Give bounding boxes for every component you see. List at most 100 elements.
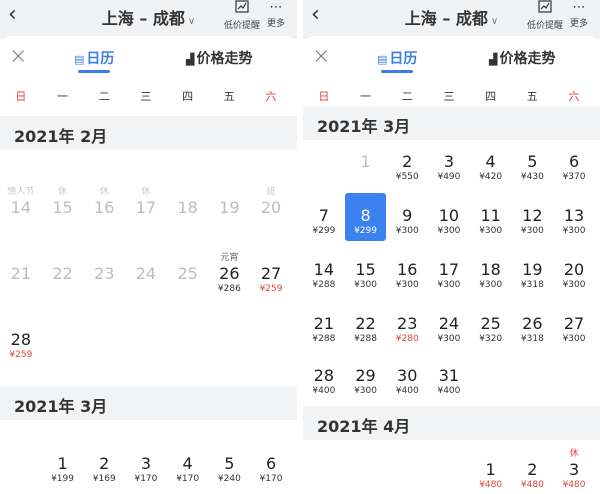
holiday-label: 休 (58, 187, 68, 197)
day-number: 1 (57, 454, 68, 473)
day-number: 6 (568, 152, 580, 171)
day-number: 3 (140, 454, 152, 473)
day-cell[interactable]: 28 ¥400 (303, 366, 345, 397)
tab-calendar-label: 日历 (86, 51, 115, 67)
holiday-label: 休 (141, 187, 151, 197)
weekday-wed: 三 (443, 90, 455, 103)
holiday-label (167, 252, 209, 264)
day-number: 27 (260, 264, 282, 283)
day-cell[interactable]: 10 ¥300 (428, 206, 470, 237)
day-price: ¥300 (479, 226, 503, 236)
bar-chart-icon: ▟ (489, 53, 498, 66)
tab-calendar[interactable]: ▤ 日历 (74, 48, 115, 73)
day-cell[interactable]: 3 ¥490 (428, 152, 470, 183)
screenshot-composite: ‹ 上海 – 成都 ∨ 低价提醒 ⋯ 更多 × ▤ 日历 ▟ 价格走势 日 一 … (0, 0, 600, 494)
day-cell[interactable]: 23 ¥280 (386, 314, 428, 345)
holiday-label (512, 448, 554, 460)
day-cell: 休 16 (83, 186, 125, 217)
holiday-label (125, 442, 167, 454)
day-price: ¥480 (479, 480, 503, 490)
day-number: 28 (313, 366, 335, 385)
close-icon[interactable]: × (312, 46, 330, 68)
weekday-thu: 四 (182, 90, 194, 103)
top-bar: ‹ 上海 – 成都 ∨ 低价提醒 ⋯ 更多 (0, 0, 297, 38)
day-cell[interactable]: 5 ¥430 (512, 152, 554, 183)
left-panel: ‹ 上海 – 成都 ∨ 低价提醒 ⋯ 更多 × ▤ 日历 ▟ 价格走势 日 一 … (0, 0, 297, 494)
day-number: 25 (177, 264, 198, 283)
day-cell[interactable]: 12 ¥300 (512, 206, 554, 237)
day-cell[interactable]: 2 ¥550 (386, 152, 428, 183)
holiday-label (250, 252, 292, 264)
close-icon[interactable]: × (9, 46, 27, 68)
day-number: 14 (10, 198, 32, 217)
day-cell: 18 (167, 186, 209, 217)
day-price: ¥300 (520, 226, 544, 236)
day-cell[interactable]: 21 ¥288 (303, 314, 345, 345)
tab-calendar[interactable]: ▤ 日历 (377, 48, 417, 73)
day-number: 2 (402, 152, 413, 171)
day-number: 19 (522, 260, 543, 279)
day-price: ¥318 (520, 334, 544, 344)
month-header-mar: 2021年 3月 (0, 386, 297, 420)
day-cell[interactable]: 4 ¥170 (167, 442, 209, 485)
day-cell[interactable]: 9 ¥300 (386, 206, 428, 237)
day-cell[interactable]: 14 ¥288 (303, 260, 345, 291)
day-cell[interactable]: 6 ¥370 (553, 152, 595, 183)
day-number: 3 (568, 460, 580, 479)
day-cell[interactable]: 20 ¥300 (553, 260, 595, 291)
day-cell[interactable]: 31 ¥400 (428, 366, 470, 397)
day-cell[interactable]: 1 ¥199 (42, 442, 84, 485)
day-cell[interactable]: 28 ¥259 (0, 318, 42, 361)
weekday-fri: 五 (526, 90, 538, 103)
day-cell: 24 (125, 252, 167, 283)
day-cell[interactable]: 22 ¥288 (345, 314, 387, 345)
day-cell[interactable]: 24 ¥300 (428, 314, 470, 345)
holiday-label (83, 442, 125, 454)
day-price: ¥170 (134, 474, 158, 484)
day-cell[interactable]: 30 ¥400 (386, 366, 428, 397)
day-number: 1 (485, 460, 496, 479)
day-cell[interactable]: 29 ¥300 (345, 366, 387, 397)
day-cell: 1 (345, 152, 387, 171)
more-button[interactable]: ⋯ 更多 (559, 0, 599, 29)
day-number: 29 (355, 366, 376, 385)
day-cell[interactable]: 13 ¥300 (553, 206, 595, 237)
weekday-mon: 一 (57, 90, 69, 103)
day-cell[interactable]: 3 ¥170 (125, 442, 167, 485)
day-cell[interactable]: 6 ¥170 (250, 442, 292, 485)
day-cell[interactable]: 15 ¥300 (345, 260, 387, 291)
day-cell-selected[interactable]: 8 ¥299 (344, 193, 387, 241)
tab-price-trend[interactable]: ▟ 价格走势 (186, 48, 252, 68)
day-price: ¥300 (562, 226, 586, 236)
day-number: 25 (480, 314, 501, 333)
day-cell[interactable]: 18 ¥300 (470, 260, 512, 291)
day-number: 23 (94, 264, 115, 283)
day-number: 27 (563, 314, 585, 333)
tab-price-trend[interactable]: ▟ 价格走势 (489, 48, 555, 68)
day-cell[interactable]: 19 ¥318 (512, 260, 554, 291)
day-cell[interactable]: 27 ¥259 (250, 252, 292, 295)
top-bar: ‹ 上海 – 成都 ∨ 低价提醒 ⋯ 更多 (303, 0, 600, 38)
more-button[interactable]: ⋯ 更多 (256, 0, 296, 29)
day-price: ¥370 (562, 172, 586, 182)
month-title: 2021年 3月 (317, 117, 411, 136)
day-cell[interactable]: 休 3 ¥480 (553, 448, 595, 491)
day-cell[interactable]: 27 ¥300 (553, 314, 595, 345)
day-cell[interactable]: 26 ¥318 (512, 314, 554, 345)
day-price: ¥299 (312, 226, 336, 236)
day-cell[interactable]: 2 ¥169 (83, 442, 125, 485)
day-cell[interactable]: 7 ¥299 (303, 206, 345, 237)
day-cell[interactable]: 1 ¥480 (470, 448, 512, 491)
day-cell[interactable]: 17 ¥300 (428, 260, 470, 291)
day-price: ¥169 (92, 474, 116, 484)
day-cell[interactable]: 4 ¥420 (470, 152, 512, 183)
day-number: 17 (135, 198, 157, 217)
day-cell[interactable]: 11 ¥300 (470, 206, 512, 237)
day-number: 16 (94, 198, 115, 217)
holiday-label (125, 252, 167, 264)
day-cell[interactable]: 25 ¥320 (470, 314, 512, 345)
day-cell[interactable]: 元宵 26 ¥286 (209, 252, 251, 295)
day-cell[interactable]: 2 ¥480 (512, 448, 554, 491)
day-cell[interactable]: 16 ¥300 (386, 260, 428, 291)
day-cell[interactable]: 5 ¥240 (209, 442, 251, 485)
